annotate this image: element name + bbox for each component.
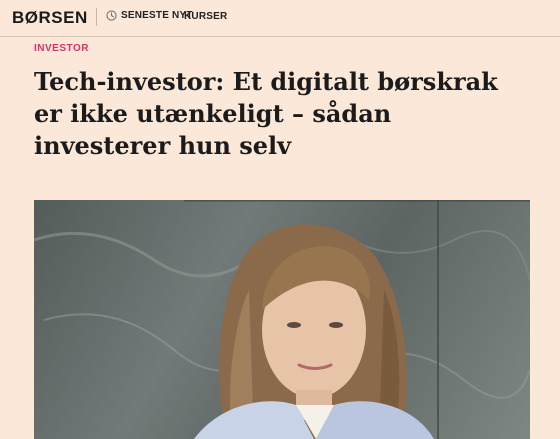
hero-photo-illustration — [34, 200, 530, 439]
nav-divider — [96, 8, 97, 26]
site-logo[interactable]: BØRSEN — [12, 8, 88, 28]
nav-latest-label: SENESTE NYT — [121, 10, 193, 21]
nav-courses[interactable]: KURSER — [184, 11, 227, 22]
clock-icon — [106, 10, 117, 21]
article-headline: Tech-investor: Et digitalt børskrak er i… — [34, 67, 498, 160]
top-navigation-bar: BØRSEN SENESTE NYT KURSER — [0, 0, 560, 37]
article-category[interactable]: INVESTOR — [34, 43, 89, 54]
article-hero-image — [34, 200, 530, 439]
nav-latest-news[interactable]: SENESTE NYT — [106, 10, 193, 21]
